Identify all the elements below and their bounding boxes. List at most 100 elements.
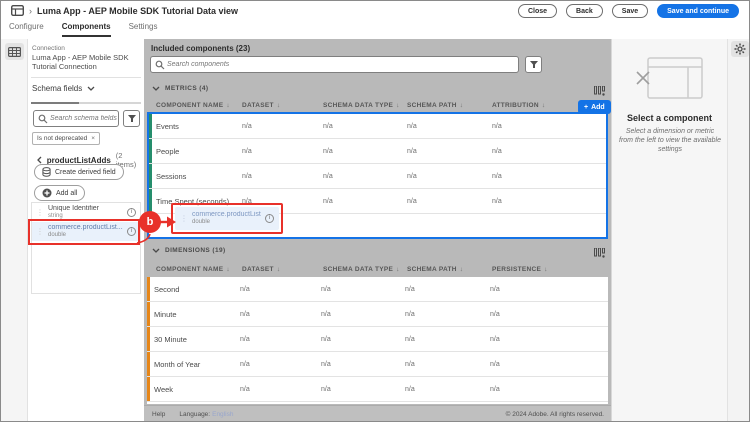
schema-fields-dropdown[interactable]: Schema fields <box>32 84 95 93</box>
components-search-input[interactable] <box>151 57 518 72</box>
data-view-icon <box>11 5 24 16</box>
dimensions-table: Second n/a n/a n/a n/a Minute n/a n/a n/… <box>147 277 608 404</box>
gear-icon <box>734 43 746 55</box>
create-derived-field-button[interactable]: Create derived field <box>34 164 124 180</box>
tag-close-icon[interactable]: × <box>91 135 95 142</box>
drag-handle-icon[interactable]: ⋮ <box>36 227 44 236</box>
cell-dataset: n/a <box>242 122 252 130</box>
components-filter-button[interactable] <box>525 56 542 73</box>
drag-handle-icon: ⋮ <box>180 213 188 223</box>
save-and-continue-button[interactable]: Save and continue <box>657 4 739 18</box>
chevron-down-icon <box>152 86 160 91</box>
column-header[interactable]: COMPONENT NAME ↓ <box>156 266 242 273</box>
chevron-down-icon <box>152 248 160 253</box>
add-button-label: Add <box>591 103 605 111</box>
create-derived-field-label: Create derived field <box>55 168 116 176</box>
sort-icon: ↓ <box>396 265 400 273</box>
column-header[interactable]: DATASET ↓ <box>242 102 323 109</box>
cell-schema-data-type: n/a <box>321 285 331 293</box>
language-value-link[interactable]: English <box>212 411 233 418</box>
metrics-drop-target[interactable]: Events n/a n/a n/a n/a People n/a n/a n/… <box>147 112 608 239</box>
schema-filter-button[interactable] <box>123 110 140 127</box>
cell-schema-path: n/a <box>405 385 415 393</box>
divider <box>31 102 141 104</box>
components-search <box>150 56 519 73</box>
data-panel-rail-button[interactable] <box>5 43 24 60</box>
field-text: commerce.productList... double <box>48 224 123 239</box>
cell-schema-path: n/a <box>405 310 415 318</box>
metrics-section-header[interactable]: METRICS (4) <box>152 85 208 92</box>
help-link[interactable]: Help <box>152 411 165 418</box>
back-button[interactable]: Back <box>566 4 603 18</box>
sort-icon: ↓ <box>459 101 464 109</box>
annotation-box-drag-item: ⋮ commerce.productList... double i <box>171 203 283 234</box>
cell-dataset: n/a <box>240 335 250 343</box>
left-rail <box>1 39 28 421</box>
plus-icon: + <box>584 103 589 111</box>
table-row[interactable]: Week n/a n/a n/a n/a <box>147 377 608 402</box>
settings-rail-button[interactable] <box>731 41 749 57</box>
cell-dataset: n/a <box>242 197 252 205</box>
filter-icon <box>127 115 136 122</box>
tab-settings[interactable]: Settings <box>129 22 158 37</box>
chevron-left-icon[interactable] <box>36 156 42 164</box>
table-row[interactable]: Second n/a n/a n/a n/a <box>147 277 608 302</box>
topbar: › Luma App - AEP Mobile SDK Tutorial Dat… <box>1 1 749 39</box>
tab-configure[interactable]: Configure <box>9 22 44 37</box>
sort-icon: ↓ <box>226 101 230 109</box>
close-button[interactable]: Close <box>517 4 558 18</box>
add-component-button[interactable]: + Add <box>578 100 611 114</box>
topbar-actions: Close Back Save Save and continue <box>517 4 739 18</box>
breadcrumb-separator: › <box>29 5 32 16</box>
column-header[interactable]: SCHEMA DATA TYPE ↓ <box>323 102 407 109</box>
cell-schema-data-type: n/a <box>321 310 331 318</box>
filter-tag-not-deprecated[interactable]: Is not deprecated × <box>32 132 101 145</box>
column-header[interactable]: SCHEMA DATA TYPE ↓ <box>323 266 407 273</box>
cell-schema-path: n/a <box>405 285 415 293</box>
cell-schema-data-type: n/a <box>321 360 331 368</box>
table-row[interactable]: Minute n/a n/a n/a n/a <box>147 302 608 327</box>
column-header[interactable]: PERSISTENCE ↓ <box>492 266 608 273</box>
info-icon[interactable]: i <box>127 208 136 217</box>
sort-icon: ↓ <box>459 265 464 273</box>
add-circle-icon <box>42 188 52 198</box>
data-view-editor-window: › Luma App - AEP Mobile SDK Tutorial Dat… <box>0 0 750 422</box>
column-header[interactable]: DATASET ↓ <box>242 266 323 273</box>
schema-search <box>33 110 119 127</box>
add-all-button[interactable]: Add all <box>34 185 86 201</box>
database-icon <box>42 167 51 177</box>
column-header[interactable]: SCHEMA PATH ↓ <box>407 266 492 273</box>
sort-icon: ↓ <box>544 265 548 273</box>
info-icon[interactable]: i <box>127 227 136 236</box>
included-components-panel: Included components (23) METRICS (4) <box>144 39 611 421</box>
tab-bar: Configure Components Settings <box>9 22 157 37</box>
table-row[interactable]: Month of Year n/a n/a n/a n/a <box>147 352 608 377</box>
dimensions-section-header[interactable]: DIMENSIONS (19) <box>152 247 226 254</box>
schema-sidebar: Connection Luma App - AEP Mobile SDK Tut… <box>28 39 144 421</box>
table-row[interactable]: 30 Minute n/a n/a n/a n/a <box>147 327 608 352</box>
info-icon[interactable]: i <box>265 214 274 223</box>
cell-component-name: Events <box>156 121 179 131</box>
field-item-unique-identifier[interactable]: ⋮ Unique Identifier string i <box>32 203 140 222</box>
metrics-table-header: COMPONENT NAME ↓ DATASET ↓ SCHEMA DATA TYP… <box>147 97 608 113</box>
table-row[interactable]: Sessions n/a n/a n/a n/a <box>149 164 606 189</box>
right-rail <box>727 39 749 421</box>
cell-schema-data-type: n/a <box>323 147 333 155</box>
footer: Help Language: English © 2024 Adobe. All… <box>144 405 611 421</box>
cell-schema-data-type: n/a <box>323 197 333 205</box>
table-row[interactable]: Events n/a n/a n/a n/a <box>149 114 606 139</box>
tab-components[interactable]: Components <box>61 22 111 37</box>
sort-icon: ↓ <box>226 265 230 273</box>
filter-icon <box>529 61 538 68</box>
dragged-field-item[interactable]: ⋮ commerce.productList... double i <box>175 207 279 230</box>
column-header[interactable]: COMPONENT NAME ↓ <box>156 102 242 109</box>
dimensions-table-header: COMPONENT NAME ↓ DATASET ↓ SCHEMA DATA TYP… <box>147 261 608 277</box>
table-row[interactable]: People n/a n/a n/a n/a <box>149 139 606 164</box>
cell-schema-path: n/a <box>407 172 417 180</box>
cell-schema-data-type: n/a <box>321 335 331 343</box>
component-settings-panel: Select a component Select a dimension or… <box>611 39 727 421</box>
field-item-product-list-adds[interactable]: ⋮ commerce.productList... double i <box>32 222 140 241</box>
column-header[interactable]: SCHEMA PATH ↓ <box>407 102 492 109</box>
drag-handle-icon[interactable]: ⋮ <box>36 208 44 217</box>
save-button[interactable]: Save <box>611 4 649 18</box>
